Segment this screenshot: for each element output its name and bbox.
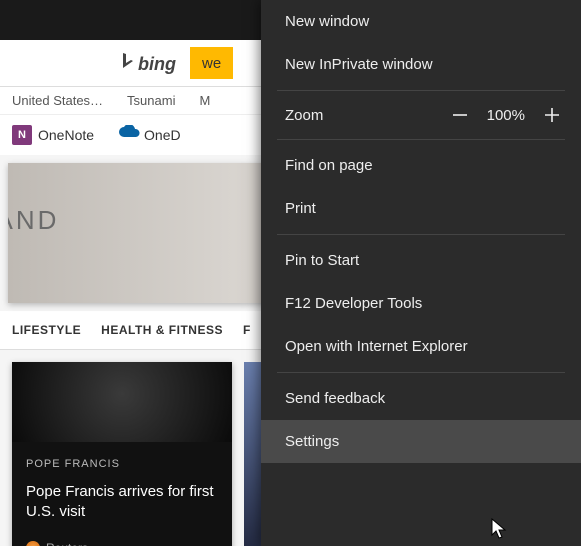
app-onedrive[interactable]: OneD [118, 125, 181, 145]
menu-pin[interactable]: Pin to Start [261, 239, 581, 282]
trending-item[interactable]: United States… [12, 93, 103, 108]
card-source: Reuters [26, 541, 88, 546]
hero-overlay-text: TY AND [8, 205, 59, 236]
onenote-icon: N [12, 125, 32, 145]
tab-health[interactable]: HEALTH & FITNESS [101, 323, 223, 337]
more-menu: New window New InPrivate window Zoom 100… [261, 0, 581, 546]
card-image [12, 362, 232, 442]
search-button[interactable]: we [190, 47, 233, 79]
menu-find[interactable]: Find on page [261, 144, 581, 187]
menu-new-inprivate[interactable]: New InPrivate window [261, 43, 581, 86]
menu-separator [277, 234, 565, 235]
zoom-out-button[interactable] [449, 105, 471, 125]
tab-item[interactable]: F [243, 323, 251, 337]
menu-open-ie[interactable]: Open with Internet Explorer [261, 325, 581, 368]
menu-separator [277, 90, 565, 91]
card-title: Pope Francis arrives for first U.S. visi… [26, 482, 218, 523]
zoom-in-button[interactable] [541, 105, 563, 125]
trending-item[interactable]: Tsunami [127, 93, 175, 108]
zoom-value: 100% [487, 107, 525, 124]
menu-zoom-row: Zoom 100% [261, 95, 581, 135]
reuters-icon [26, 541, 40, 546]
menu-settings[interactable]: Settings [261, 420, 581, 463]
trending-item[interactable]: M [199, 93, 210, 108]
menu-new-window[interactable]: New window [261, 0, 581, 43]
menu-separator [277, 139, 565, 140]
zoom-label: Zoom [285, 107, 323, 124]
app-label: OneNote [38, 127, 94, 143]
app-onenote[interactable]: N OneNote [12, 125, 94, 145]
search-engine-logo[interactable]: bing [120, 52, 176, 75]
tab-lifestyle[interactable]: LIFESTYLE [12, 323, 81, 337]
menu-feedback[interactable]: Send feedback [261, 377, 581, 420]
onedrive-icon [118, 125, 138, 145]
menu-devtools[interactable]: F12 Developer Tools [261, 282, 581, 325]
card-tag: POPE FRANCIS [26, 458, 120, 470]
menu-separator [277, 372, 565, 373]
app-label: OneD [144, 127, 181, 143]
bing-icon [120, 52, 134, 75]
menu-print[interactable]: Print [261, 187, 581, 230]
news-card[interactable]: POPE FRANCIS Pope Francis arrives for fi… [12, 362, 232, 546]
cursor-icon [491, 518, 509, 540]
